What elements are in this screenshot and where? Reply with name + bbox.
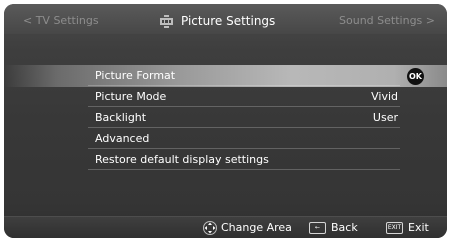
back-label: Back: [331, 221, 358, 234]
footer-hints: Change Area ← Back EXIT Exit: [4, 216, 447, 238]
change-area-hint[interactable]: Change Area: [203, 221, 292, 235]
tv-menu-screen: < TV Settings Picture Settings Sound Set…: [4, 4, 447, 238]
ok-button[interactable]: OK: [407, 68, 424, 85]
menu-item-restore-defaults[interactable]: Restore default display settings: [88, 149, 400, 170]
menu-item-label: Picture Format: [95, 69, 176, 82]
exit-label: Exit: [408, 221, 429, 234]
nav-sound-settings[interactable]: Sound Settings >: [339, 14, 435, 28]
menu-item-picture-format[interactable]: Picture Format: [88, 65, 400, 86]
menu-item-backlight[interactable]: Backlight User: [88, 107, 400, 128]
header-bar: < TV Settings Picture Settings Sound Set…: [4, 4, 447, 34]
menu-item-label: Restore default display settings: [95, 153, 269, 166]
exit-key-icon: EXIT: [386, 222, 403, 234]
picture-icon: [160, 14, 173, 28]
back-hint[interactable]: ← Back: [309, 221, 358, 235]
nav-tv-settings[interactable]: < TV Settings: [23, 14, 99, 28]
page-title: Picture Settings: [181, 14, 276, 28]
menu-item-label: Backlight: [95, 111, 147, 124]
menu-item-value: User: [372, 111, 398, 124]
exit-hint[interactable]: EXIT Exit: [386, 221, 429, 235]
back-key-icon: ←: [309, 222, 326, 234]
menu-item-label: Advanced: [95, 132, 150, 145]
dpad-icon: [203, 221, 217, 235]
menu-item-picture-mode[interactable]: Picture Mode Vivid: [88, 86, 400, 107]
menu-item-label: Picture Mode: [95, 90, 167, 103]
menu-item-advanced[interactable]: Advanced: [88, 128, 400, 149]
header-title-group: Picture Settings: [160, 13, 275, 29]
change-area-label: Change Area: [221, 221, 292, 234]
menu-item-value: Vivid: [371, 90, 398, 103]
